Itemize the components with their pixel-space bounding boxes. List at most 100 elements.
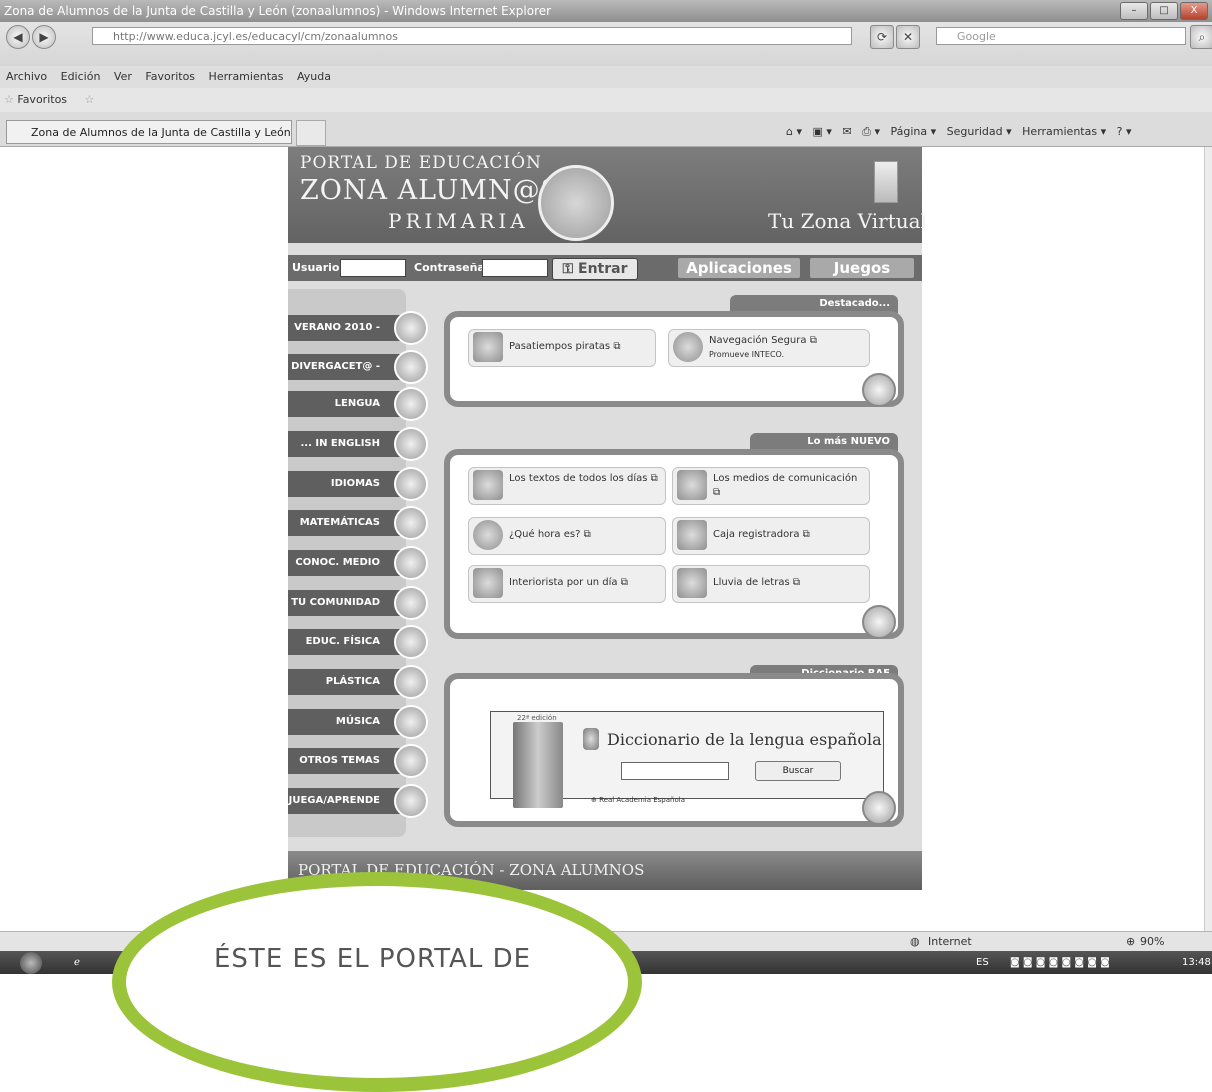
pirate-ship-icon	[473, 332, 503, 362]
menu-item-plastica[interactable]: PLÁSTICA	[288, 669, 408, 695]
external-link-icon: ⧉	[809, 335, 817, 346]
menu-item-lengua[interactable]: LENGUA	[288, 391, 408, 417]
book-icon	[394, 387, 428, 421]
nuevo-card-textos[interactable]: Los textos de todos los días ⧉	[468, 467, 666, 505]
key-icon: ⚿	[562, 261, 579, 277]
menu-item-tu-comunidad[interactable]: TU COMUNIDAD	[288, 590, 408, 616]
login-button[interactable]: ⚿ Entrar	[552, 258, 638, 280]
external-link-icon: ⧉	[792, 577, 800, 588]
callout-text: ÉSTE ES EL PORTAL DE	[214, 944, 532, 974]
destacado-panel: Pasatiempos piratas ⧉ Navegación Segura …	[444, 311, 904, 407]
nuevo-card-medios[interactable]: Los medios de comunicación ⧉	[672, 467, 870, 505]
language-indicator[interactable]: ES	[976, 951, 989, 974]
star-icon[interactable]: ☆	[4, 93, 14, 106]
tab-aplicaciones[interactable]: Aplicaciones	[678, 258, 800, 278]
menu-item-conoc-medio[interactable]: CONOC. MEDIO	[288, 550, 408, 576]
tab-current[interactable]: Zona de Alumnos de la Junta de Castilla …	[6, 120, 292, 144]
tab-juegos[interactable]: Juegos	[810, 258, 914, 278]
user-input[interactable]	[340, 259, 406, 277]
menu-favoritos[interactable]: Favoritos	[145, 70, 195, 83]
clock: 13:48	[1182, 957, 1211, 968]
address-toolbar: ◀ ▶ http://www.educa.jcyl.es/educacyl/cm…	[0, 22, 1212, 66]
search-input[interactable]: Google	[936, 27, 1186, 45]
add-favorite-icon[interactable]: ☆	[85, 93, 95, 106]
rae-credit-text: Real Academia Española	[599, 796, 685, 804]
menu-herramientas[interactable]: Herramientas	[209, 70, 284, 83]
login-button-label: Entrar	[578, 261, 628, 277]
percent-icon	[394, 506, 428, 540]
new-tab-button[interactable]	[296, 120, 326, 146]
sun-icon	[394, 311, 428, 345]
letters-icon	[677, 568, 707, 598]
site-banner: PORTAL DE EDUCACIÓN ZONA ALUMN@S PRIMARI…	[288, 147, 927, 243]
rae-search-button[interactable]: Buscar	[755, 761, 841, 781]
menu-item-otros-temas[interactable]: OTROS TEMAS	[288, 748, 408, 774]
callout-bubble: ÉSTE ES EL PORTAL DE	[112, 872, 642, 1092]
vertical-scrollbar[interactable]	[1204, 147, 1212, 931]
menu-item-english[interactable]: ... IN ENGLISH	[288, 431, 408, 457]
destacado-card-pasatiempos[interactable]: Pasatiempos piratas ⧉	[468, 329, 656, 367]
help-icon[interactable]: ? ▾	[1117, 125, 1132, 138]
face-icon	[394, 350, 428, 384]
menu-item-musica[interactable]: MÚSICA	[288, 709, 408, 735]
card-label: Lluvia de letras	[713, 577, 790, 588]
password-input[interactable]	[482, 259, 548, 277]
refresh-icon[interactable]: ⟳	[870, 25, 894, 49]
back-button[interactable]: ◀	[6, 25, 30, 49]
tools-menu[interactable]: Herramientas ▾	[1022, 125, 1106, 138]
page-viewport: PORTAL DE EDUCACIÓN ZONA ALUMN@S PRIMARI…	[0, 147, 1204, 931]
feeds-icon[interactable]: ▣ ▾	[813, 125, 832, 138]
rae-search-input[interactable]	[621, 762, 729, 780]
address-input[interactable]: http://www.educa.jcyl.es/educacyl/cm/zon…	[92, 27, 852, 45]
zoom-level[interactable]: 90%	[1140, 932, 1164, 952]
menu-item-educ-fisica[interactable]: EDUC. FÍSICA	[288, 629, 408, 655]
nuevo-card-hora[interactable]: ¿Qué hora es? ⧉	[468, 517, 666, 555]
zoom-icon[interactable]: ⊕	[1126, 932, 1135, 952]
zone-label: Internet	[928, 935, 972, 948]
mail-icon[interactable]: ✉	[842, 125, 851, 138]
favorites-button[interactable]: Favoritos	[17, 93, 67, 106]
external-link-icon: ⧉	[613, 341, 621, 352]
ie-icon[interactable]: ℯ	[74, 951, 80, 974]
home-icon[interactable]: ⌂ ▾	[786, 125, 802, 138]
menu-item-verano[interactable]: VERANO 2010 -	[288, 315, 408, 341]
external-link-icon: ⧉	[620, 577, 628, 588]
menu-item-idiomas[interactable]: IDIOMAS	[288, 471, 408, 497]
nuevo-card-caja[interactable]: Caja registradora ⧉	[672, 517, 870, 555]
favorites-bar: ☆ Favoritos ☆	[0, 88, 1212, 112]
menu-edicion[interactable]: Edición	[61, 70, 101, 83]
print-icon[interactable]: ⎙ ▾	[862, 125, 880, 138]
card-label: Navegación Segura	[709, 335, 807, 346]
forward-button[interactable]: ▶	[32, 25, 56, 49]
start-button[interactable]	[20, 952, 42, 974]
destacado-card-navegacion[interactable]: Navegación Segura ⧉ Promueve INTECO.	[668, 329, 870, 367]
edition-label: 22ª edición	[517, 714, 557, 722]
menu-ver[interactable]: Ver	[114, 70, 132, 83]
rae-credit: ⊕ Real Academia Española	[591, 796, 685, 804]
minimize-button[interactable]: –	[1120, 2, 1148, 20]
stop-icon[interactable]: ✕	[896, 25, 920, 49]
nuevo-card-lluvia[interactable]: Lluvia de letras ⧉	[672, 565, 870, 603]
menu-item-matematicas[interactable]: MATEMÁTICAS	[288, 510, 408, 536]
login-bar: Usuario: Contraseña: ⚿ Entrar Aplicacion…	[288, 255, 922, 281]
zona-alumnos-site: PORTAL DE EDUCACIÓN ZONA ALUMN@S PRIMARI…	[288, 147, 927, 890]
card-label: Interiorista por un día	[509, 577, 618, 588]
reader-icon	[473, 470, 503, 500]
menu-archivo[interactable]: Archivo	[6, 70, 47, 83]
globe-icon	[673, 332, 703, 362]
safety-menu[interactable]: Seguridad ▾	[947, 125, 1012, 138]
maximize-button[interactable]: □	[1150, 2, 1178, 20]
close-button[interactable]: X	[1180, 2, 1208, 20]
page-menu[interactable]: Página ▾	[890, 125, 936, 138]
globe-icon: ◍	[910, 935, 920, 948]
menu-item-divergacet[interactable]: DIVERGACET@ -	[288, 354, 408, 380]
menu-item-juega-aprende[interactable]: JUEGA/APRENDE	[288, 788, 408, 814]
nuevo-card-interiorista[interactable]: Interiorista por un día ⧉	[468, 565, 666, 603]
search-icon[interactable]: ⌕	[1190, 25, 1212, 49]
command-bar: ⌂ ▾ ▣ ▾ ✉ ⎙ ▾ Página ▾ Seguridad ▾ Herra…	[786, 125, 1131, 139]
banner-primaria: PRIMARIA	[388, 209, 529, 233]
magic-wand-icon	[862, 605, 896, 639]
rae-heading: Diccionario de la lengua española	[607, 730, 882, 749]
window-titlebar: Zona de Alumnos de la Junta de Castilla …	[0, 0, 1212, 22]
menu-ayuda[interactable]: Ayuda	[297, 70, 331, 83]
